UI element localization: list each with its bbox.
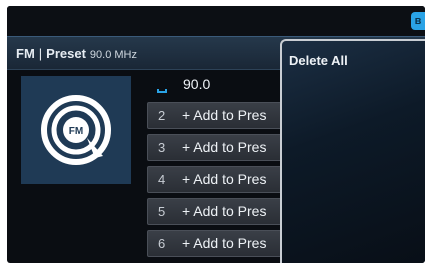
preset-number: 4 — [158, 172, 166, 187]
bluetooth-icon: ʙ — [411, 12, 425, 30]
delete-all-button[interactable]: Delete All — [282, 41, 425, 79]
add-to-preset-label: + Add to Pres — [182, 139, 267, 155]
delete-all-label: Delete All — [289, 53, 348, 68]
add-to-preset-label: + Add to Pres — [182, 107, 267, 123]
preset-row[interactable]: 2 + Add to Pres — [147, 102, 287, 129]
current-preset[interactable]: 90.0 — [155, 72, 287, 98]
preset-row[interactable]: 3 + Add to Pres — [147, 134, 287, 161]
preset-number: 2 — [158, 108, 166, 123]
preset-row[interactable]: 5 + Add to Pres — [147, 198, 287, 225]
add-to-preset-label: + Add to Pres — [182, 171, 267, 187]
preset-row[interactable]: 4 + Add to Pres — [147, 166, 287, 193]
preset-number: 6 — [158, 236, 166, 251]
preset-list: 90.0 2 + Add to Pres 3 + Add to Pres 4 +… — [7, 6, 287, 263]
preset-marker-icon — [157, 89, 167, 93]
preset-number: 5 — [158, 204, 166, 219]
current-preset-value: 90.0 — [183, 76, 211, 92]
preset-number: 3 — [158, 140, 166, 155]
add-to-preset-label: + Add to Pres — [182, 203, 267, 219]
radio-screen: ʙ FM | Preset 90.0 MHz FM 90.0 2 + Add to P… — [7, 6, 425, 263]
options-popup: Delete All — [280, 39, 425, 263]
add-to-preset-label: + Add to Pres — [182, 235, 267, 251]
preset-row[interactable]: 6 + Add to Pres — [147, 230, 287, 257]
